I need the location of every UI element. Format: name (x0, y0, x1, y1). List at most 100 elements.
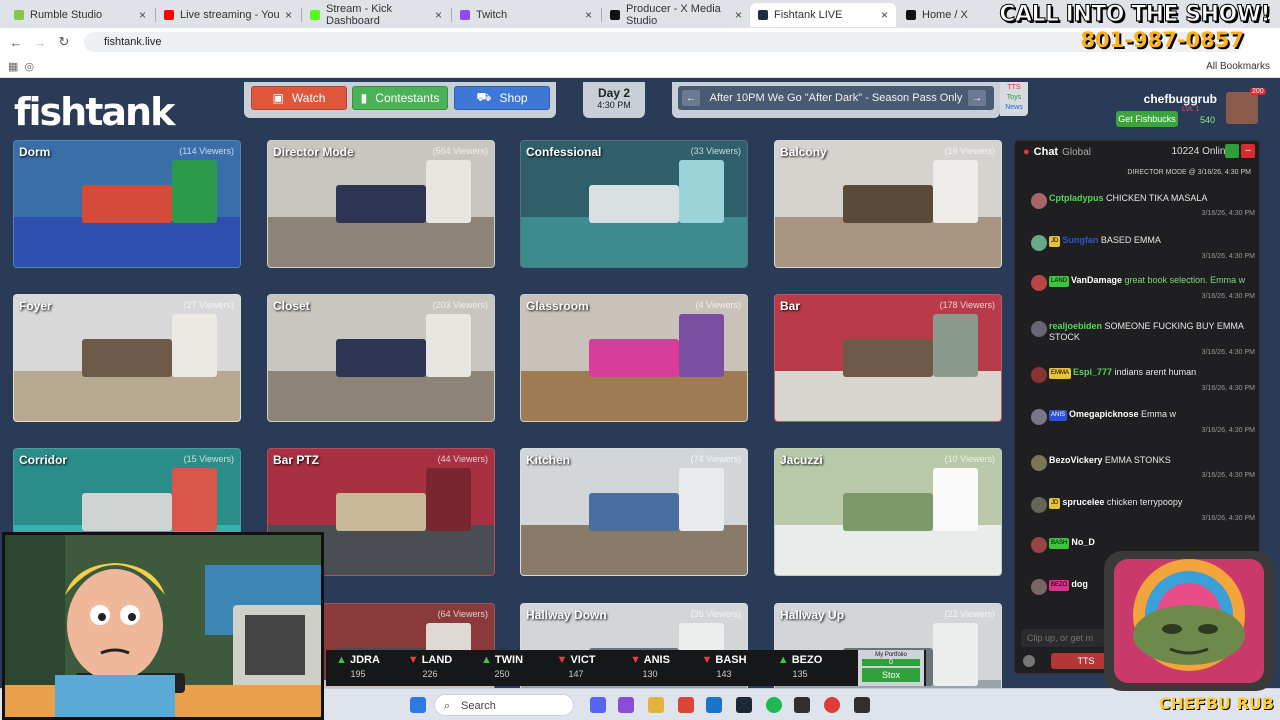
popout-icon[interactable] (1225, 144, 1239, 158)
chat-username[interactable]: sprucelee (1062, 497, 1104, 507)
chat-username[interactable]: Espi_777 (1073, 367, 1112, 377)
chat-avatar[interactable] (1031, 321, 1047, 337)
spotify-icon[interactable] (766, 697, 782, 713)
close-icon[interactable]: × (735, 8, 742, 22)
ticker-symbol: LAND (421, 654, 453, 666)
fishtank-logo[interactable]: fishtank (14, 90, 175, 134)
arrow-left-icon[interactable]: ← (682, 90, 700, 106)
chat-avatar[interactable] (1031, 537, 1047, 553)
close-icon[interactable]: × (585, 8, 592, 22)
camera-tile[interactable]: Bar (178 Viewers) (774, 294, 1002, 422)
chat-avatar[interactable] (1031, 275, 1047, 291)
camera-tile[interactable]: Confessional (33 Viewers) (520, 140, 748, 268)
chat-username[interactable]: VanDamage (1071, 275, 1122, 285)
arrow-right-icon[interactable]: → (968, 90, 986, 106)
chat-username[interactable]: Sungfan (1062, 235, 1098, 245)
taskbar-search[interactable]: ⌕ Search (434, 694, 574, 716)
camera-tile[interactable]: Foyer (27 Viewers) (13, 294, 241, 422)
ticker-item[interactable]: ▲ JDRA 195 (328, 654, 388, 679)
emoji-icon[interactable] (1023, 655, 1035, 667)
chat-text: Emma w (1138, 409, 1177, 419)
chat-avatar[interactable] (1031, 235, 1047, 251)
chat-username[interactable]: BezoVickery (1049, 455, 1102, 465)
camera-object (588, 185, 680, 223)
camera-tile[interactable]: Kitchen (74 Viewers) (520, 448, 748, 576)
app-icon[interactable] (618, 697, 634, 713)
chat-avatar[interactable] (1031, 367, 1047, 383)
tag-toys[interactable]: Toys (1000, 93, 1028, 103)
folder-icon[interactable] (648, 697, 664, 713)
chat-avatar[interactable] (1031, 409, 1047, 425)
apps-icon[interactable]: ▦ ◎ (8, 60, 34, 73)
camera-tile[interactable]: Director Mode (564 Viewers) (267, 140, 495, 268)
tab-label: Live streaming - YouTube St (180, 9, 279, 21)
camera-viewers: (27 Viewers) (183, 300, 234, 310)
reload-icon[interactable]: ↻ (52, 34, 76, 50)
watch-button[interactable]: ▣ Watch (251, 86, 347, 110)
steam-icon[interactable] (736, 697, 752, 713)
ticker-item[interactable]: ▼ ANIS 130 (620, 654, 680, 679)
shop-button[interactable]: ⛟ Shop (454, 86, 550, 110)
camera-tile[interactable]: Closet (203 Viewers) (267, 294, 495, 422)
ticker-price: 130 (642, 669, 658, 679)
camera-object (933, 313, 979, 377)
tag-news[interactable]: News (1000, 103, 1028, 113)
all-bookmarks[interactable]: All Bookmarks (1206, 61, 1270, 72)
windows-start-icon[interactable] (410, 697, 426, 713)
close-icon[interactable]: × (139, 8, 146, 22)
camera-tile[interactable]: Dorm (114 Viewers) (13, 140, 241, 268)
chat-username[interactable]: Cptpladypus (1049, 193, 1104, 203)
tab-fishtank[interactable]: Fishtank LIVE × (750, 3, 896, 27)
close-icon[interactable]: × (881, 8, 888, 22)
stox-button[interactable]: Stox (862, 668, 920, 682)
app2-icon[interactable] (854, 697, 870, 713)
record-icon[interactable] (824, 697, 840, 713)
camera-tile[interactable]: Glassroom (4 Viewers) (520, 294, 748, 422)
camera-tile[interactable]: Balcony (16 Viewers) (774, 140, 1002, 268)
avatar[interactable] (1226, 92, 1258, 124)
chat-text: indians arent human (1112, 367, 1197, 377)
camera-tile[interactable]: Jacuzzi (10 Viewers) (774, 448, 1002, 576)
camera-floor (521, 524, 747, 575)
camera-viewers: (44 Viewers) (437, 454, 488, 464)
arrow-up-icon: ▲ (777, 654, 789, 666)
chat-avatar[interactable] (1031, 497, 1047, 513)
minimize-icon[interactable]: – (1241, 144, 1255, 158)
tag-tts[interactable]: TTS (1000, 83, 1028, 93)
back-icon[interactable]: ← (4, 35, 28, 50)
ticker-item[interactable]: ▼ VICT 147 (546, 654, 606, 679)
tab-rumble[interactable]: Rumble Studio × (6, 3, 154, 27)
ticker-item[interactable]: ▼ LAND 226 (400, 654, 460, 679)
ticker-price: 226 (422, 669, 438, 679)
call-in-overlay: CALL INTO THE SHOW! 801-987-0857 (999, 2, 1271, 53)
tab-twitch[interactable]: Twitch × (452, 3, 600, 27)
ticker-item[interactable]: ▲ BEZO 135 (770, 654, 830, 679)
tab-kick[interactable]: Stream - Kick Dashboard × (302, 3, 450, 27)
close-icon[interactable]: × (435, 8, 442, 22)
chat-avatar[interactable] (1031, 455, 1047, 471)
chat-username[interactable]: Omegapicknose (1069, 409, 1139, 419)
discord-icon[interactable] (590, 697, 606, 713)
chat-username[interactable]: realjoebiden (1049, 321, 1102, 331)
tab-youtube[interactable]: Live streaming - YouTube St × (156, 3, 300, 27)
store-icon[interactable] (706, 697, 722, 713)
contestants-button[interactable]: ▮ Contestants (352, 86, 448, 110)
get-fishbucks-button[interactable]: Get Fishbucks (1116, 111, 1178, 127)
chat-room[interactable]: Global (1062, 147, 1091, 158)
camera-floor (521, 370, 747, 421)
close-icon[interactable]: × (285, 8, 292, 22)
chat-avatar[interactable] (1031, 193, 1047, 209)
chat-username[interactable]: No_D (1071, 537, 1095, 547)
chat-badge: EMMA (1049, 368, 1071, 379)
chat-avatar[interactable] (1031, 579, 1047, 595)
obs-icon[interactable] (794, 697, 810, 713)
tab-x-media-studio[interactable]: Producer - X Media Studio × (602, 3, 750, 27)
username[interactable]: chefbuggrub (1100, 92, 1217, 106)
chat-bubble-icon: ● (1023, 146, 1030, 158)
chrome-icon[interactable] (678, 697, 694, 713)
ticker-item[interactable]: ▲ TWIN 250 (472, 654, 532, 679)
chat-username[interactable]: dog (1071, 579, 1088, 589)
ticker-item[interactable]: ▼ BASH 143 (694, 654, 754, 679)
forward-icon[interactable]: → (28, 35, 52, 50)
tab-home-x[interactable]: Home / X (898, 3, 1008, 27)
